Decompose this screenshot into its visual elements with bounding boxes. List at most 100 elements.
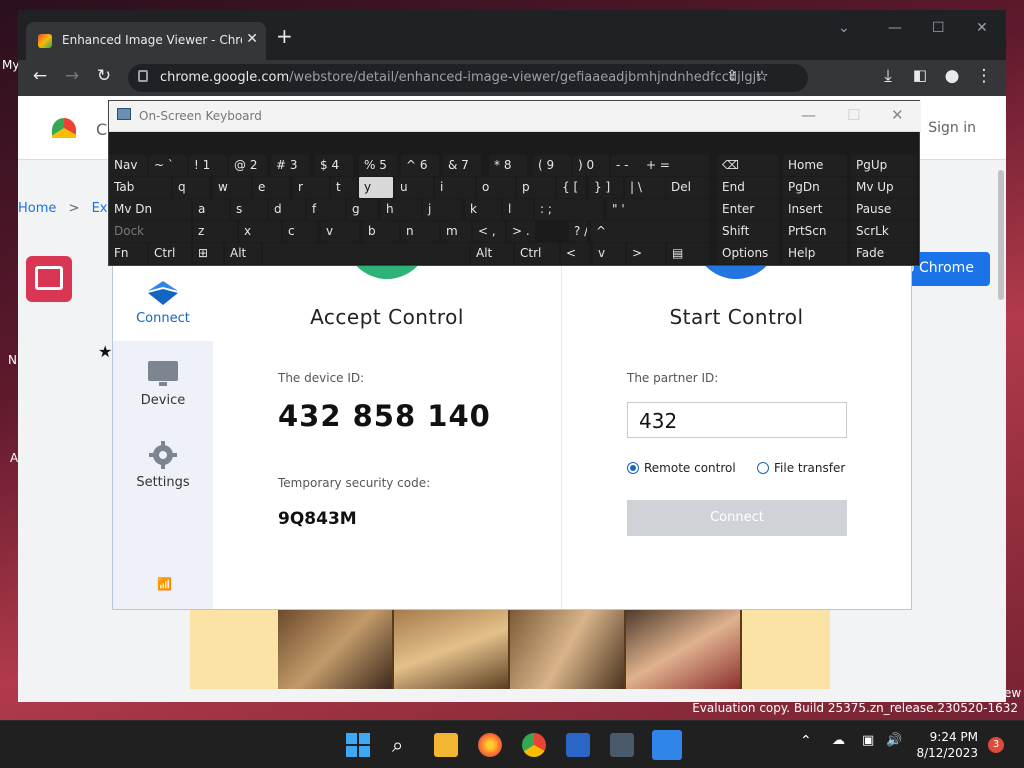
start-icon[interactable] (346, 733, 370, 757)
page-scrollbar[interactable] (996, 160, 1006, 702)
osk-key[interactable]: Pause (851, 199, 917, 220)
osk-key[interactable]: & 7 (443, 155, 481, 176)
osk-key[interactable]: ^ (591, 221, 709, 242)
osk-key[interactable]: e (253, 177, 289, 198)
osk-key[interactable]: % 5 (359, 155, 397, 176)
osk-key[interactable]: } ] (589, 177, 623, 198)
osk-key[interactable]: v (593, 243, 625, 264)
minimize-icon[interactable]: — (888, 20, 902, 36)
firefox-icon[interactable] (478, 733, 502, 757)
maximize-icon[interactable]: ☐ (932, 20, 945, 36)
osk-key[interactable]: i (435, 177, 475, 198)
osk-key[interactable]: n (401, 221, 439, 242)
menu-icon[interactable]: ⋮ (972, 66, 996, 86)
osk-key[interactable]: c (283, 221, 317, 242)
osk-key[interactable]: d (269, 199, 305, 220)
osk-key[interactable]: > (627, 243, 665, 264)
osk-key[interactable]: ScrLk (851, 221, 917, 242)
osk-key[interactable]: f (307, 199, 345, 220)
keyboard-app-icon[interactable] (610, 733, 634, 757)
forward-icon[interactable]: → (60, 66, 84, 86)
close-tab-icon[interactable]: ✕ (246, 31, 258, 47)
osk-key[interactable]: Del (666, 177, 709, 198)
osk-minimize-icon[interactable]: — (801, 106, 816, 124)
osk-key[interactable]: l (503, 199, 533, 220)
osk-key[interactable]: @ 2 (229, 155, 267, 176)
remote-app-icon[interactable] (652, 730, 682, 760)
osk-key[interactable]: x (239, 221, 281, 242)
osk-key[interactable]: < (561, 243, 589, 264)
notification-badge[interactable]: 3 (988, 737, 1004, 753)
new-tab-button[interactable]: + (276, 24, 293, 48)
network-icon[interactable]: ▣ (862, 733, 886, 757)
nav-device[interactable]: Device (113, 361, 213, 408)
osk-key[interactable]: { [ (557, 177, 585, 198)
osk-close-icon[interactable]: ✕ (891, 106, 904, 124)
osk-key[interactable]: ⌫ (717, 155, 779, 176)
search-icon[interactable]: ⌕ (392, 733, 416, 757)
remote-control-radio[interactable]: Remote control (627, 461, 736, 475)
osk-key[interactable]: ~ ` (149, 155, 187, 176)
chrome-icon[interactable] (522, 733, 546, 757)
osk-key[interactable]: r (293, 177, 329, 198)
osk-key[interactable]: p (517, 177, 555, 198)
osk-key[interactable]: + = (641, 155, 709, 176)
osk-key[interactable]: m (441, 221, 471, 242)
osk-key[interactable]: k (465, 199, 501, 220)
sign-in-link[interactable]: Sign in (928, 120, 976, 136)
osk-key[interactable]: Help (783, 243, 847, 264)
download-icon[interactable]: ⤓ (876, 66, 900, 86)
osk-key[interactable]: ^ 6 (401, 155, 439, 176)
osk-key[interactable]: h (381, 199, 421, 220)
osk-key[interactable]: Shift (717, 221, 779, 242)
osk-key[interactable]: * 8 (489, 155, 527, 176)
osk-key[interactable]: Home (783, 155, 847, 176)
osk-key[interactable]: Fade (851, 243, 917, 264)
osk-key[interactable]: # 3 (271, 155, 309, 176)
back-icon[interactable]: ← (28, 66, 52, 86)
osk-key[interactable]: " ' (607, 199, 709, 220)
connect-button[interactable]: Connect (627, 500, 847, 536)
osk-key[interactable]: PrtScn (783, 221, 847, 242)
share-icon[interactable]: ⇪ (720, 68, 744, 84)
address-bar[interactable]: chrome.google.com/webstore/detail/enhanc… (128, 64, 808, 92)
osk-key[interactable]: ) 0 (573, 155, 609, 176)
osk-key[interactable]: s (231, 199, 267, 220)
file-transfer-radio[interactable]: File transfer (757, 461, 845, 475)
reload-icon[interactable]: ↻ (92, 66, 116, 86)
close-window-icon[interactable]: ✕ (976, 20, 988, 36)
tab-search-icon[interactable]: ⌄ (838, 20, 850, 36)
osk-key[interactable]: Options (717, 243, 779, 264)
osk-key[interactable]: Enter (717, 199, 779, 220)
osk-key[interactable]: q (173, 177, 209, 198)
osk-key[interactable]: Nav (109, 155, 138, 176)
nav-settings[interactable]: Settings (113, 441, 213, 490)
osk-key[interactable]: Fn (109, 243, 147, 264)
osk-key[interactable]: | \ (625, 177, 665, 198)
osk-key[interactable]: o (477, 177, 515, 198)
osk-key[interactable]: Mv Up (851, 177, 917, 198)
osk-key[interactable]: PgUp (851, 155, 917, 176)
osk-key[interactable]: ▤ (667, 243, 709, 264)
nav-connect[interactable]: Connect (113, 281, 213, 326)
osk-key[interactable]: ( 9 (533, 155, 571, 176)
show-hidden-icons-icon[interactable]: ⌃ (800, 733, 824, 757)
breadcrumb-home[interactable]: Home (18, 201, 56, 216)
osk-key[interactable]: : ; (535, 199, 603, 220)
osk-key[interactable]: v (321, 221, 359, 242)
osk-key[interactable]: g (347, 199, 377, 220)
osk-key[interactable]: Dock (109, 221, 145, 242)
volume-icon[interactable]: 🔊 (886, 733, 910, 757)
cloud-icon[interactable]: ☁ (832, 733, 856, 757)
osk-key[interactable]: PgDn (783, 177, 847, 198)
partner-id-input[interactable]: 432 (627, 402, 847, 438)
osk-key[interactable]: j (423, 199, 461, 220)
file-explorer-icon[interactable] (434, 733, 458, 757)
browser-tab[interactable]: Enhanced Image Viewer - Chrome ✕ (26, 22, 266, 60)
osk-key[interactable] (263, 243, 469, 264)
osk-key[interactable]: w (213, 177, 251, 198)
osk-key[interactable]: Alt (225, 243, 261, 264)
osk-key[interactable]: ! 1 (189, 155, 227, 176)
osk-key[interactable]: a (193, 199, 229, 220)
osk-key[interactable]: Alt (471, 243, 513, 264)
